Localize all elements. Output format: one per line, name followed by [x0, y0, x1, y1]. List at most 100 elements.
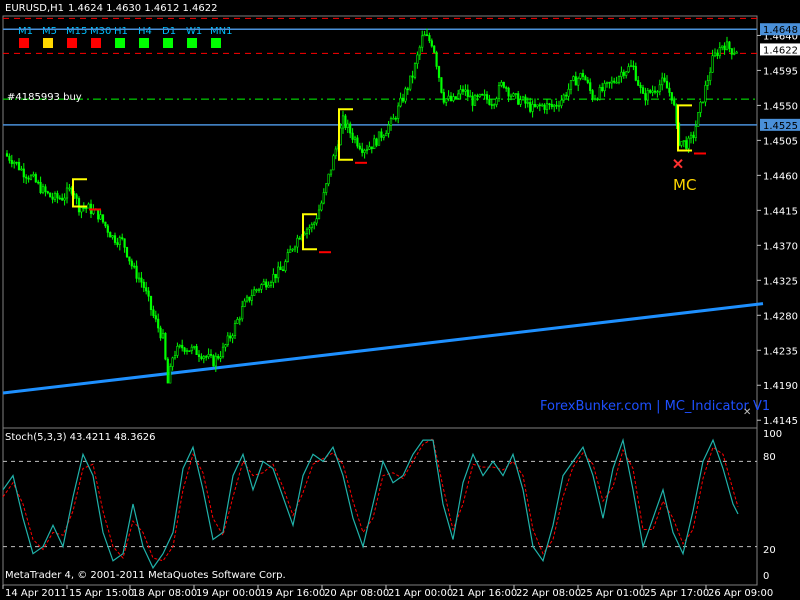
bull-candle: [572, 76, 575, 81]
bear-candle: [135, 265, 138, 279]
bear-candle: [435, 52, 438, 67]
bear-candle: [601, 87, 604, 92]
bear-candle: [668, 87, 671, 93]
copyright-footer: MetaTrader 4, © 2001-2011 MetaQuotes Sof…: [5, 570, 286, 581]
timeframe-label: M15: [66, 26, 87, 37]
bear-candle: [466, 89, 469, 97]
bear-candle: [524, 96, 527, 104]
bear-candle: [34, 174, 37, 183]
bull-candle: [286, 252, 289, 262]
bear-candle: [27, 177, 30, 180]
bear-candle: [411, 75, 414, 78]
bull-candle: [545, 103, 549, 110]
timeframe-status-box: [163, 38, 173, 48]
bear-candle: [565, 94, 568, 97]
sell-x-marker: [673, 158, 683, 169]
bull-candle: [80, 207, 83, 213]
bear-candle: [502, 82, 505, 88]
bear-candle: [37, 181, 40, 184]
price-tick-label: 1.4370: [763, 241, 798, 252]
bear-candle: [730, 48, 733, 55]
bear-candle: [125, 247, 129, 258]
price-tick-label: 1.4415: [763, 206, 798, 217]
bull-candle: [452, 96, 455, 102]
bull-candle: [118, 237, 121, 245]
bull-candle: [243, 300, 246, 307]
bull-candle: [353, 137, 357, 140]
bull-candle: [625, 71, 628, 76]
bear-candle: [584, 76, 587, 81]
bull-candle: [569, 80, 573, 90]
bull-candle: [272, 273, 275, 283]
bull-candle: [557, 105, 561, 108]
bull-candle: [399, 97, 402, 107]
bull-candle: [20, 168, 23, 171]
bear-candle: [212, 355, 215, 367]
time-tick-label: 26 Apr 09:00: [708, 588, 773, 599]
bull-candle: [711, 55, 714, 73]
bear-candle: [154, 315, 157, 320]
bull-candle: [459, 89, 462, 95]
time-tick-label: 20 Apr 08:00: [324, 588, 389, 599]
bear-candle: [15, 161, 18, 164]
bear-candle: [49, 192, 52, 198]
time-tick-label: 15 Apr 15:00: [69, 588, 134, 599]
bull-candle: [725, 41, 729, 51]
bull-candle: [137, 277, 141, 280]
bull-candle: [178, 344, 181, 347]
bull-candle: [733, 53, 736, 55]
bull-candle: [169, 366, 172, 384]
bull-candle: [617, 76, 621, 83]
bear-candle: [428, 35, 431, 42]
bear-candle: [375, 138, 378, 146]
bear-candle: [481, 94, 484, 96]
bull-candle: [457, 93, 460, 99]
bear-candle: [433, 45, 436, 53]
bull-candle: [260, 284, 263, 290]
bull-candle: [404, 88, 407, 102]
bull-candle: [713, 52, 717, 57]
chart-shift-icon[interactable]: ✕: [743, 407, 751, 418]
watermark-text: ForexBunker.com | MC_Indicator V1: [540, 399, 770, 414]
bear-candle: [517, 93, 520, 105]
bull-candle: [699, 101, 702, 113]
trading-chart[interactable]: EURUSD,H1 1.4624 1.4630 1.4612 1.4622 M1…: [0, 0, 800, 600]
bull-candle: [303, 233, 306, 236]
bull-candle: [363, 149, 366, 153]
bear-candle: [591, 90, 594, 100]
bull-candle: [387, 125, 390, 134]
bull-candle: [697, 112, 700, 127]
timeframe-label: M1: [18, 26, 33, 37]
bear-candle: [75, 194, 78, 199]
bear-candle: [298, 237, 301, 240]
bull-candle: [721, 45, 724, 48]
price-panel-frame: [2, 15, 758, 429]
bear-candle: [142, 281, 145, 288]
timeframe-status-box: [67, 38, 77, 48]
stoch-level-100: 100: [763, 429, 782, 440]
bear-candle: [476, 95, 479, 97]
bull-candle: [423, 34, 426, 37]
timeframe-status-box: [139, 38, 149, 48]
bull-candle: [620, 71, 623, 78]
bull-candle: [541, 104, 544, 107]
bear-candle: [147, 290, 150, 297]
bear-candle: [22, 168, 25, 178]
level-lines: [2, 17, 764, 548]
bull-candle: [687, 137, 690, 149]
bear-candle: [106, 225, 109, 233]
bull-candle: [562, 94, 565, 101]
bull-candle: [493, 104, 496, 106]
bull-candle: [605, 81, 609, 84]
bull-candle: [514, 93, 517, 95]
bear-candle: [394, 117, 397, 120]
order-label: #4185993 buy: [7, 92, 82, 103]
bear-candle: [653, 90, 657, 93]
bull-candle: [500, 82, 503, 86]
bear-candle: [39, 182, 42, 193]
bull-candle: [257, 289, 261, 291]
bear-candle: [574, 76, 577, 86]
bull-candle: [473, 95, 477, 106]
price-box-label: 1.4622: [763, 45, 798, 56]
bear-candle: [644, 93, 647, 101]
